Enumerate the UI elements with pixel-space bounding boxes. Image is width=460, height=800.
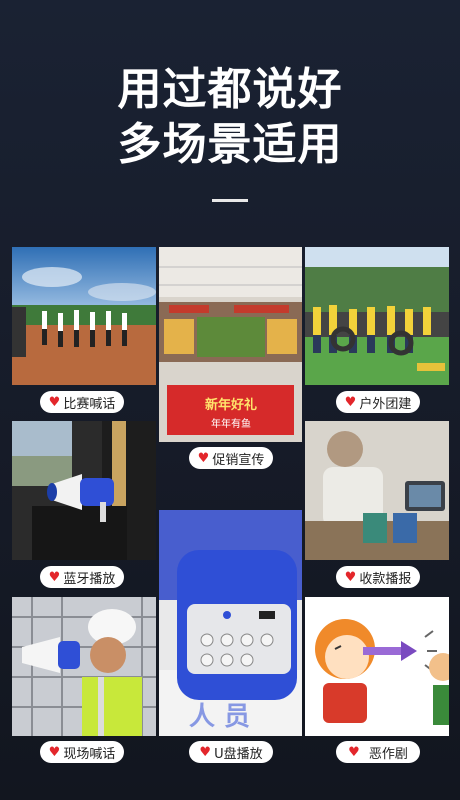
scene-label-promotion: ♥ 促销宣传 xyxy=(189,447,273,469)
onsite-photo xyxy=(12,597,156,736)
headline-line-2: 多场景适用 xyxy=(117,119,343,170)
scene-label-bluetooth: ♥ 蓝牙播放 xyxy=(40,566,124,588)
usb-photo: 人 员 xyxy=(159,510,302,736)
heart-icon: ♥ xyxy=(348,744,360,760)
scene-label-payment: ♥ 收款播报 xyxy=(336,566,420,588)
scene-label-prank: ♥ 恶作剧 xyxy=(336,741,420,763)
promo-sign-main: 新年好礼 xyxy=(205,397,257,413)
heart-icon: ♥ xyxy=(344,394,357,410)
scene-label-usb: ♥ U盘播放 xyxy=(189,741,273,763)
scene-label-competition: ♥ 比赛喊话 xyxy=(40,391,124,413)
heart-icon: ♥ xyxy=(199,744,212,760)
heart-icon: ♥ xyxy=(344,569,357,585)
bluetooth-photo xyxy=(12,421,156,560)
title-divider xyxy=(212,199,248,202)
svg-text:人 员: 人 员 xyxy=(189,702,250,732)
promotion-photo: 新年好礼 年年有鱼 xyxy=(159,247,302,442)
outdoor-photo xyxy=(305,247,449,385)
scene-label-onsite: ♥ 现场喊话 xyxy=(40,741,124,763)
heart-icon: ♥ xyxy=(48,569,61,585)
scene-label-outdoor: ♥ 户外团建 xyxy=(336,391,420,413)
headline: 用过都说好 多场景适用 xyxy=(0,62,460,172)
heart-icon: ♥ xyxy=(197,450,210,466)
promo-sign-sub: 年年有鱼 xyxy=(211,417,251,430)
prank-photo xyxy=(305,597,449,736)
competition-photo xyxy=(12,247,156,385)
headline-line-1: 用过都说好 xyxy=(117,64,343,115)
payment-photo xyxy=(305,421,449,560)
heart-icon: ♥ xyxy=(48,744,61,760)
heart-icon: ♥ xyxy=(48,394,61,410)
